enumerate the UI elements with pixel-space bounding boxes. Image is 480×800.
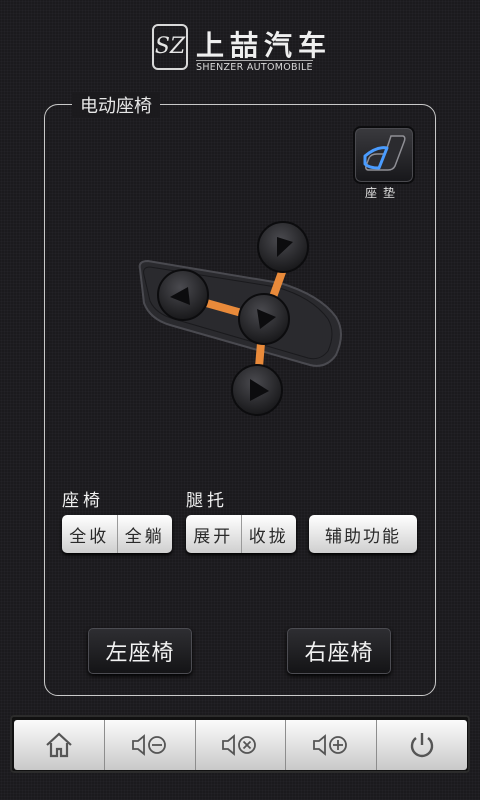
cushion-label: 座垫 <box>364 186 401 200</box>
logo-mark: SZ <box>152 24 188 70</box>
arrow-left-button[interactable] <box>157 269 209 321</box>
arrow-up-button[interactable] <box>257 221 309 273</box>
seat-control <box>138 221 342 416</box>
volume-down-button[interactable] <box>103 720 195 770</box>
home-icon <box>46 732 72 758</box>
right-seat-button[interactable]: 右座椅 <box>287 628 391 674</box>
leg-retract-button[interactable]: 收拢 <box>240 515 297 553</box>
recline-all-button[interactable]: 全躺 <box>116 515 173 553</box>
volume-down-icon <box>131 734 166 756</box>
arrow-center-button[interactable] <box>238 293 290 345</box>
brand-name-en: SHENZER AUTOMOBILE <box>196 60 313 73</box>
power-icon <box>410 733 434 758</box>
seat-cushion-icon <box>363 135 406 171</box>
bottom-nav <box>14 720 467 770</box>
brand-name-cn: 上喆汽车 <box>196 29 333 62</box>
arrow-down-button[interactable] <box>231 364 283 416</box>
panel-title: 电动座椅 <box>72 92 160 118</box>
seat-group-label: 座椅 <box>62 491 104 511</box>
fold-all-button[interactable]: 全收 <box>62 515 117 553</box>
volume-up-icon <box>313 734 348 756</box>
left-seat-button[interactable]: 左座椅 <box>88 628 192 674</box>
mute-icon <box>222 734 257 756</box>
cushion-button[interactable] <box>353 126 415 184</box>
aux-function-button[interactable]: 辅助功能 <box>309 515 417 553</box>
volume-up-button[interactable] <box>285 720 376 770</box>
brand-logo: SZ 上喆汽车 SHENZER AUTOMOBILE <box>150 22 340 73</box>
home-button[interactable] <box>14 720 104 770</box>
leg-extend-button[interactable]: 展开 <box>186 515 241 553</box>
leg-rest-button-group: 展开 收拢 <box>186 515 296 553</box>
power-button[interactable] <box>376 720 467 770</box>
mute-button[interactable] <box>194 720 286 770</box>
seat-button-group: 全收 全躺 <box>62 515 172 553</box>
leg-rest-label: 腿托 <box>186 491 228 511</box>
